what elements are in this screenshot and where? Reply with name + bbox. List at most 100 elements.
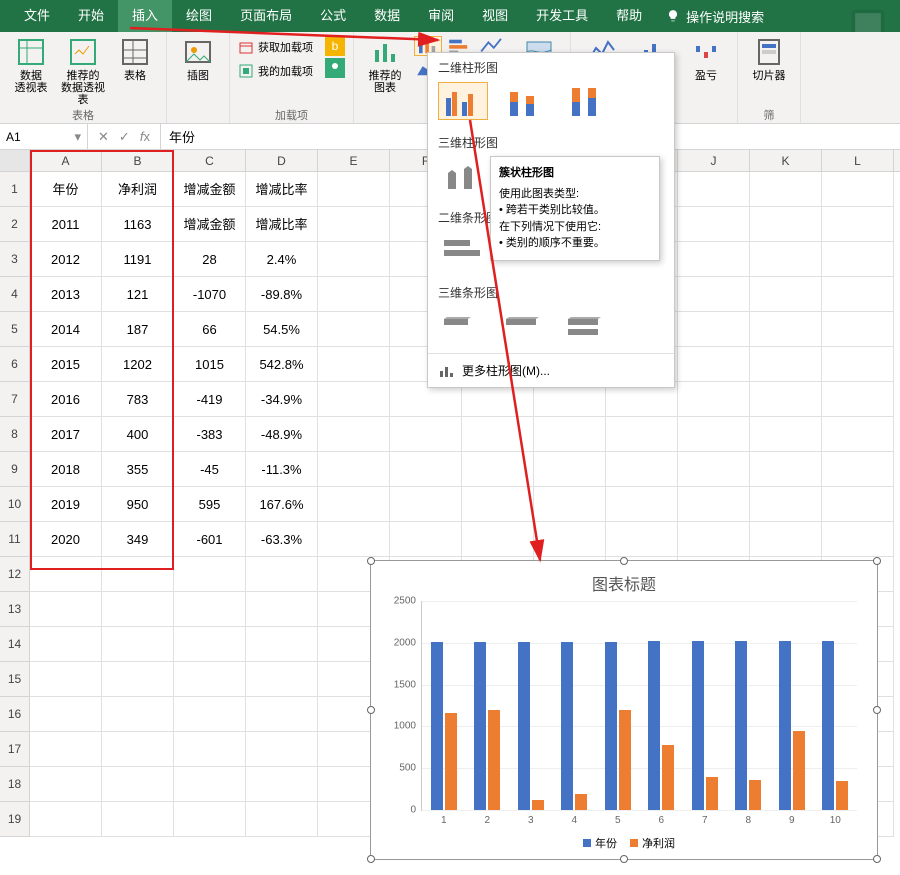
cell[interactable] bbox=[102, 592, 174, 627]
cell[interactable] bbox=[246, 592, 318, 627]
name-box[interactable]: ▾ bbox=[0, 124, 88, 149]
cell[interactable]: 2012 bbox=[30, 242, 102, 277]
cell[interactable] bbox=[246, 802, 318, 837]
cell[interactable] bbox=[822, 172, 894, 207]
cell[interactable] bbox=[606, 452, 678, 487]
cell[interactable] bbox=[678, 242, 750, 277]
col3d-thumb-1[interactable] bbox=[438, 157, 488, 195]
cell[interactable]: 净利润 bbox=[102, 172, 174, 207]
chart-title[interactable]: 图表标题 bbox=[371, 561, 877, 601]
cell[interactable]: -1070 bbox=[174, 277, 246, 312]
people-graph-icon[interactable] bbox=[325, 58, 345, 78]
column-header[interactable]: L bbox=[822, 150, 894, 171]
ribbon-tab[interactable]: 审阅 bbox=[414, 0, 468, 32]
cell[interactable] bbox=[30, 662, 102, 697]
cell[interactable]: 2014 bbox=[30, 312, 102, 347]
ribbon-tab[interactable]: 开发工具 bbox=[522, 0, 602, 32]
cell[interactable] bbox=[750, 172, 822, 207]
cell[interactable] bbox=[102, 627, 174, 662]
cell[interactable]: -34.9% bbox=[246, 382, 318, 417]
cell[interactable] bbox=[318, 487, 390, 522]
cell[interactable] bbox=[822, 522, 894, 557]
cell[interactable] bbox=[174, 767, 246, 802]
resize-handle[interactable] bbox=[873, 855, 881, 863]
cell[interactable]: 950 bbox=[102, 487, 174, 522]
cell[interactable] bbox=[678, 452, 750, 487]
ribbon-tab[interactable]: 绘图 bbox=[172, 0, 226, 32]
row-header[interactable]: 3 bbox=[0, 242, 30, 277]
resize-handle[interactable] bbox=[873, 706, 881, 714]
cell[interactable] bbox=[750, 347, 822, 382]
cell[interactable]: -89.8% bbox=[246, 277, 318, 312]
cell[interactable]: 2019 bbox=[30, 487, 102, 522]
cell[interactable] bbox=[822, 382, 894, 417]
row-header[interactable]: 1 bbox=[0, 172, 30, 207]
cell[interactable] bbox=[678, 312, 750, 347]
cell[interactable] bbox=[822, 277, 894, 312]
cell[interactable] bbox=[678, 417, 750, 452]
cell[interactable] bbox=[390, 487, 462, 522]
cell[interactable] bbox=[822, 312, 894, 347]
cell[interactable] bbox=[30, 557, 102, 592]
column-header[interactable]: E bbox=[318, 150, 390, 171]
cell[interactable]: 2013 bbox=[30, 277, 102, 312]
cell[interactable]: 542.8% bbox=[246, 347, 318, 382]
cell[interactable] bbox=[822, 207, 894, 242]
chevron-down-icon[interactable]: ▾ bbox=[74, 129, 81, 145]
row-header[interactable]: 9 bbox=[0, 452, 30, 487]
select-all-corner[interactable] bbox=[0, 150, 30, 171]
cell[interactable] bbox=[174, 592, 246, 627]
cell[interactable] bbox=[750, 207, 822, 242]
ribbon-tab[interactable]: 数据 bbox=[360, 0, 414, 32]
chart-plot-area[interactable]: 0500100015002000250012345678910 bbox=[421, 601, 857, 811]
bar2d-thumb-1[interactable] bbox=[438, 232, 488, 270]
bing-maps-icon[interactable]: b bbox=[325, 36, 345, 56]
cell[interactable]: 2015 bbox=[30, 347, 102, 382]
cell[interactable]: 783 bbox=[102, 382, 174, 417]
embedded-chart[interactable]: 图表标题 0500100015002000250012345678910 年份 … bbox=[370, 560, 878, 860]
cell[interactable] bbox=[534, 487, 606, 522]
tell-me-search[interactable]: 操作说明搜索 bbox=[656, 7, 764, 26]
cell[interactable] bbox=[318, 242, 390, 277]
stacked100-column-thumb[interactable] bbox=[562, 82, 612, 120]
cell[interactable]: -419 bbox=[174, 382, 246, 417]
enter-icon[interactable]: ✓ bbox=[119, 129, 130, 145]
cell[interactable] bbox=[678, 347, 750, 382]
bar3d-thumb-3[interactable] bbox=[562, 307, 612, 345]
ribbon-tab[interactable]: 帮助 bbox=[602, 0, 656, 32]
cell[interactable] bbox=[750, 452, 822, 487]
slicer-button[interactable]: 切片器 bbox=[746, 36, 792, 82]
cell[interactable] bbox=[750, 242, 822, 277]
cell[interactable] bbox=[318, 312, 390, 347]
row-header[interactable]: 17 bbox=[0, 732, 30, 767]
cell[interactable] bbox=[318, 522, 390, 557]
bar3d-thumb-2[interactable] bbox=[500, 307, 550, 345]
cell[interactable] bbox=[174, 627, 246, 662]
cell[interactable] bbox=[750, 312, 822, 347]
cell[interactable] bbox=[822, 242, 894, 277]
cell[interactable] bbox=[102, 557, 174, 592]
cell[interactable] bbox=[318, 417, 390, 452]
cell[interactable]: 年份 bbox=[30, 172, 102, 207]
cell[interactable] bbox=[246, 627, 318, 662]
cell[interactable]: 349 bbox=[102, 522, 174, 557]
cell[interactable] bbox=[318, 207, 390, 242]
cell[interactable]: 2020 bbox=[30, 522, 102, 557]
row-header[interactable]: 14 bbox=[0, 627, 30, 662]
more-column-charts-button[interactable]: 更多柱形图(M)... bbox=[428, 353, 674, 387]
cell[interactable] bbox=[174, 662, 246, 697]
row-header[interactable]: 10 bbox=[0, 487, 30, 522]
cell[interactable] bbox=[30, 767, 102, 802]
row-header[interactable]: 6 bbox=[0, 347, 30, 382]
cell[interactable] bbox=[174, 697, 246, 732]
cell[interactable]: 1191 bbox=[102, 242, 174, 277]
ribbon-tab[interactable]: 文件 bbox=[10, 0, 64, 32]
cell[interactable]: 28 bbox=[174, 242, 246, 277]
cell[interactable] bbox=[30, 802, 102, 837]
cell[interactable] bbox=[246, 662, 318, 697]
row-header[interactable]: 4 bbox=[0, 277, 30, 312]
cell[interactable] bbox=[102, 802, 174, 837]
row-header[interactable]: 8 bbox=[0, 417, 30, 452]
cell[interactable] bbox=[318, 277, 390, 312]
fx-icon[interactable]: fx bbox=[140, 129, 150, 144]
